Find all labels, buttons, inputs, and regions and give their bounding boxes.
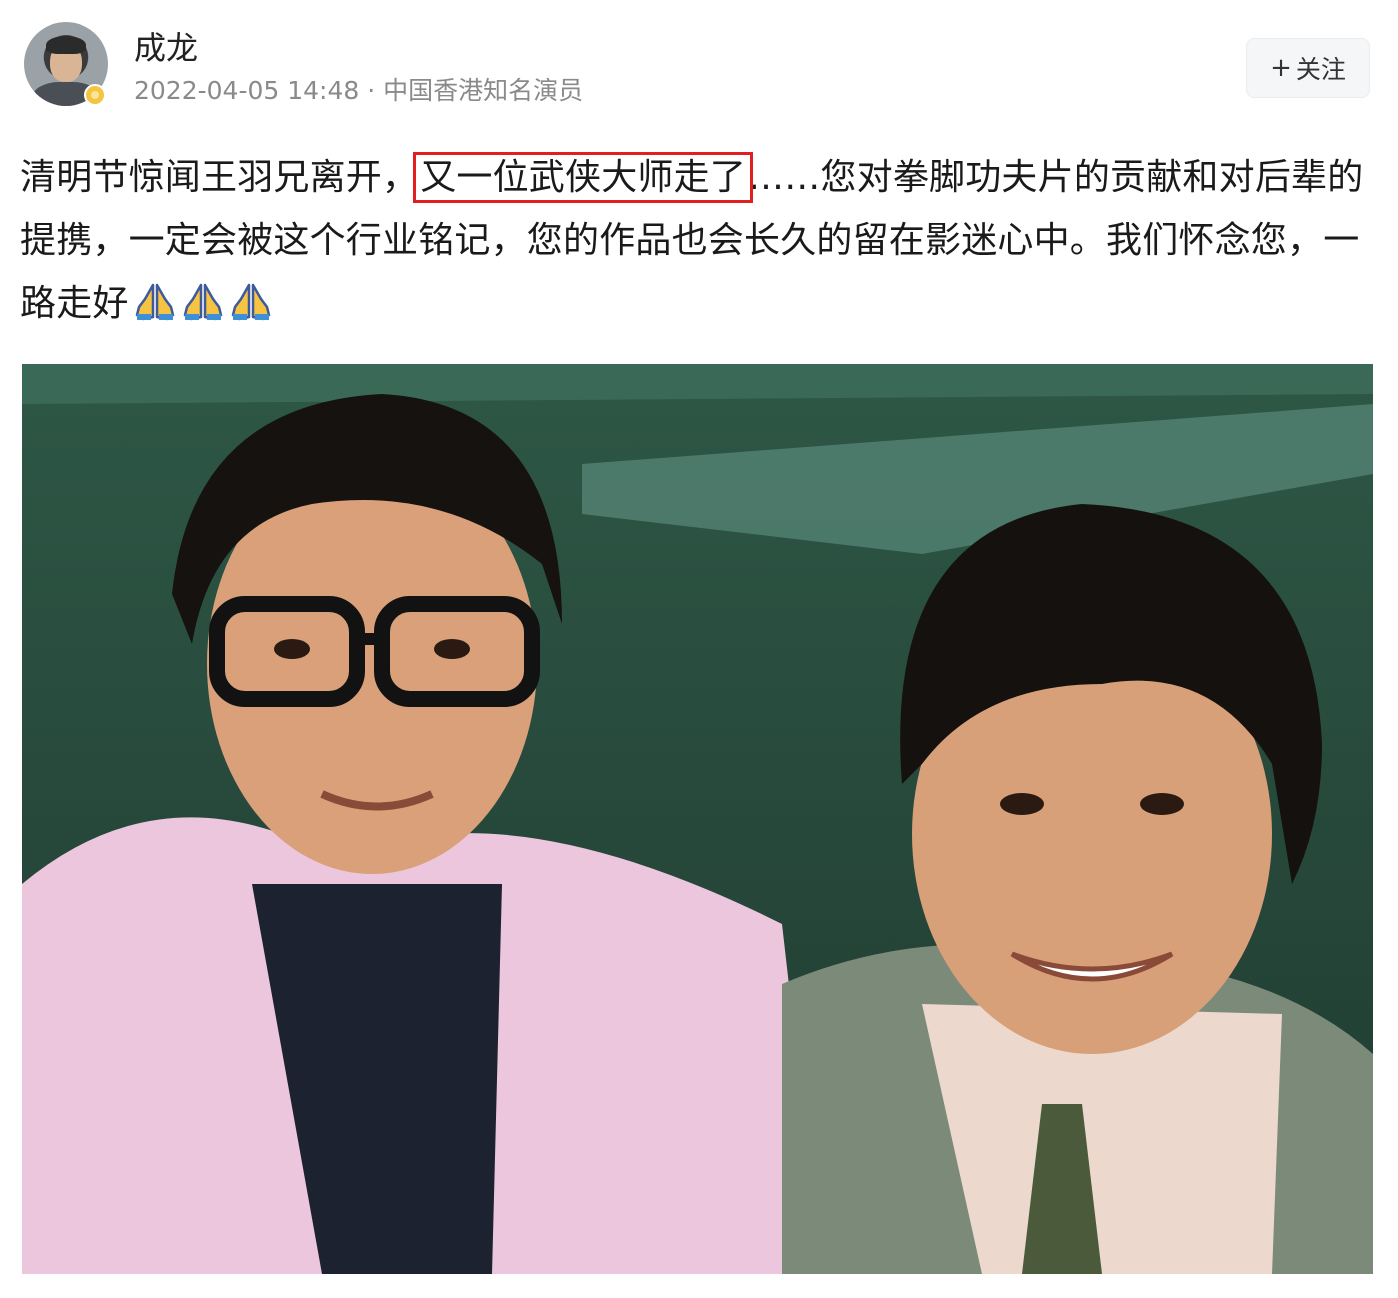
photo-illustration [22, 364, 1373, 1274]
avatar-hair-shape [46, 36, 86, 54]
weibo-post: 成龙 2022-04-05 14:48 · 中国香港知名演员 + 关注 清明节惊… [0, 0, 1398, 1298]
author-name[interactable]: 成龙 [134, 28, 198, 68]
follow-button[interactable]: + 关注 [1246, 38, 1370, 98]
post-text-before: 清明节惊闻王羽兄离开， [20, 157, 419, 198]
plus-icon: + [1270, 53, 1292, 83]
verified-badge-icon [84, 84, 106, 106]
meta-separator: · [367, 76, 376, 105]
post-photo[interactable] [22, 364, 1373, 1274]
folded-hands-icon [133, 278, 177, 321]
highlighted-phrase: 又一位武侠大师走了 [413, 152, 754, 203]
post-text: 清明节惊闻王羽兄离开，又一位武侠大师走了……您对拳脚功夫片的贡献和对后辈的提携，… [20, 146, 1365, 335]
folded-hands-icon [229, 278, 273, 321]
folded-hands-icon [181, 278, 225, 321]
follow-button-label: 关注 [1295, 55, 1346, 84]
author-description: 中国香港知名演员 [383, 76, 584, 105]
post-meta: 2022-04-05 14:48 · 中国香港知名演员 [134, 74, 583, 108]
post-timestamp: 2022-04-05 14:48 [134, 76, 360, 105]
